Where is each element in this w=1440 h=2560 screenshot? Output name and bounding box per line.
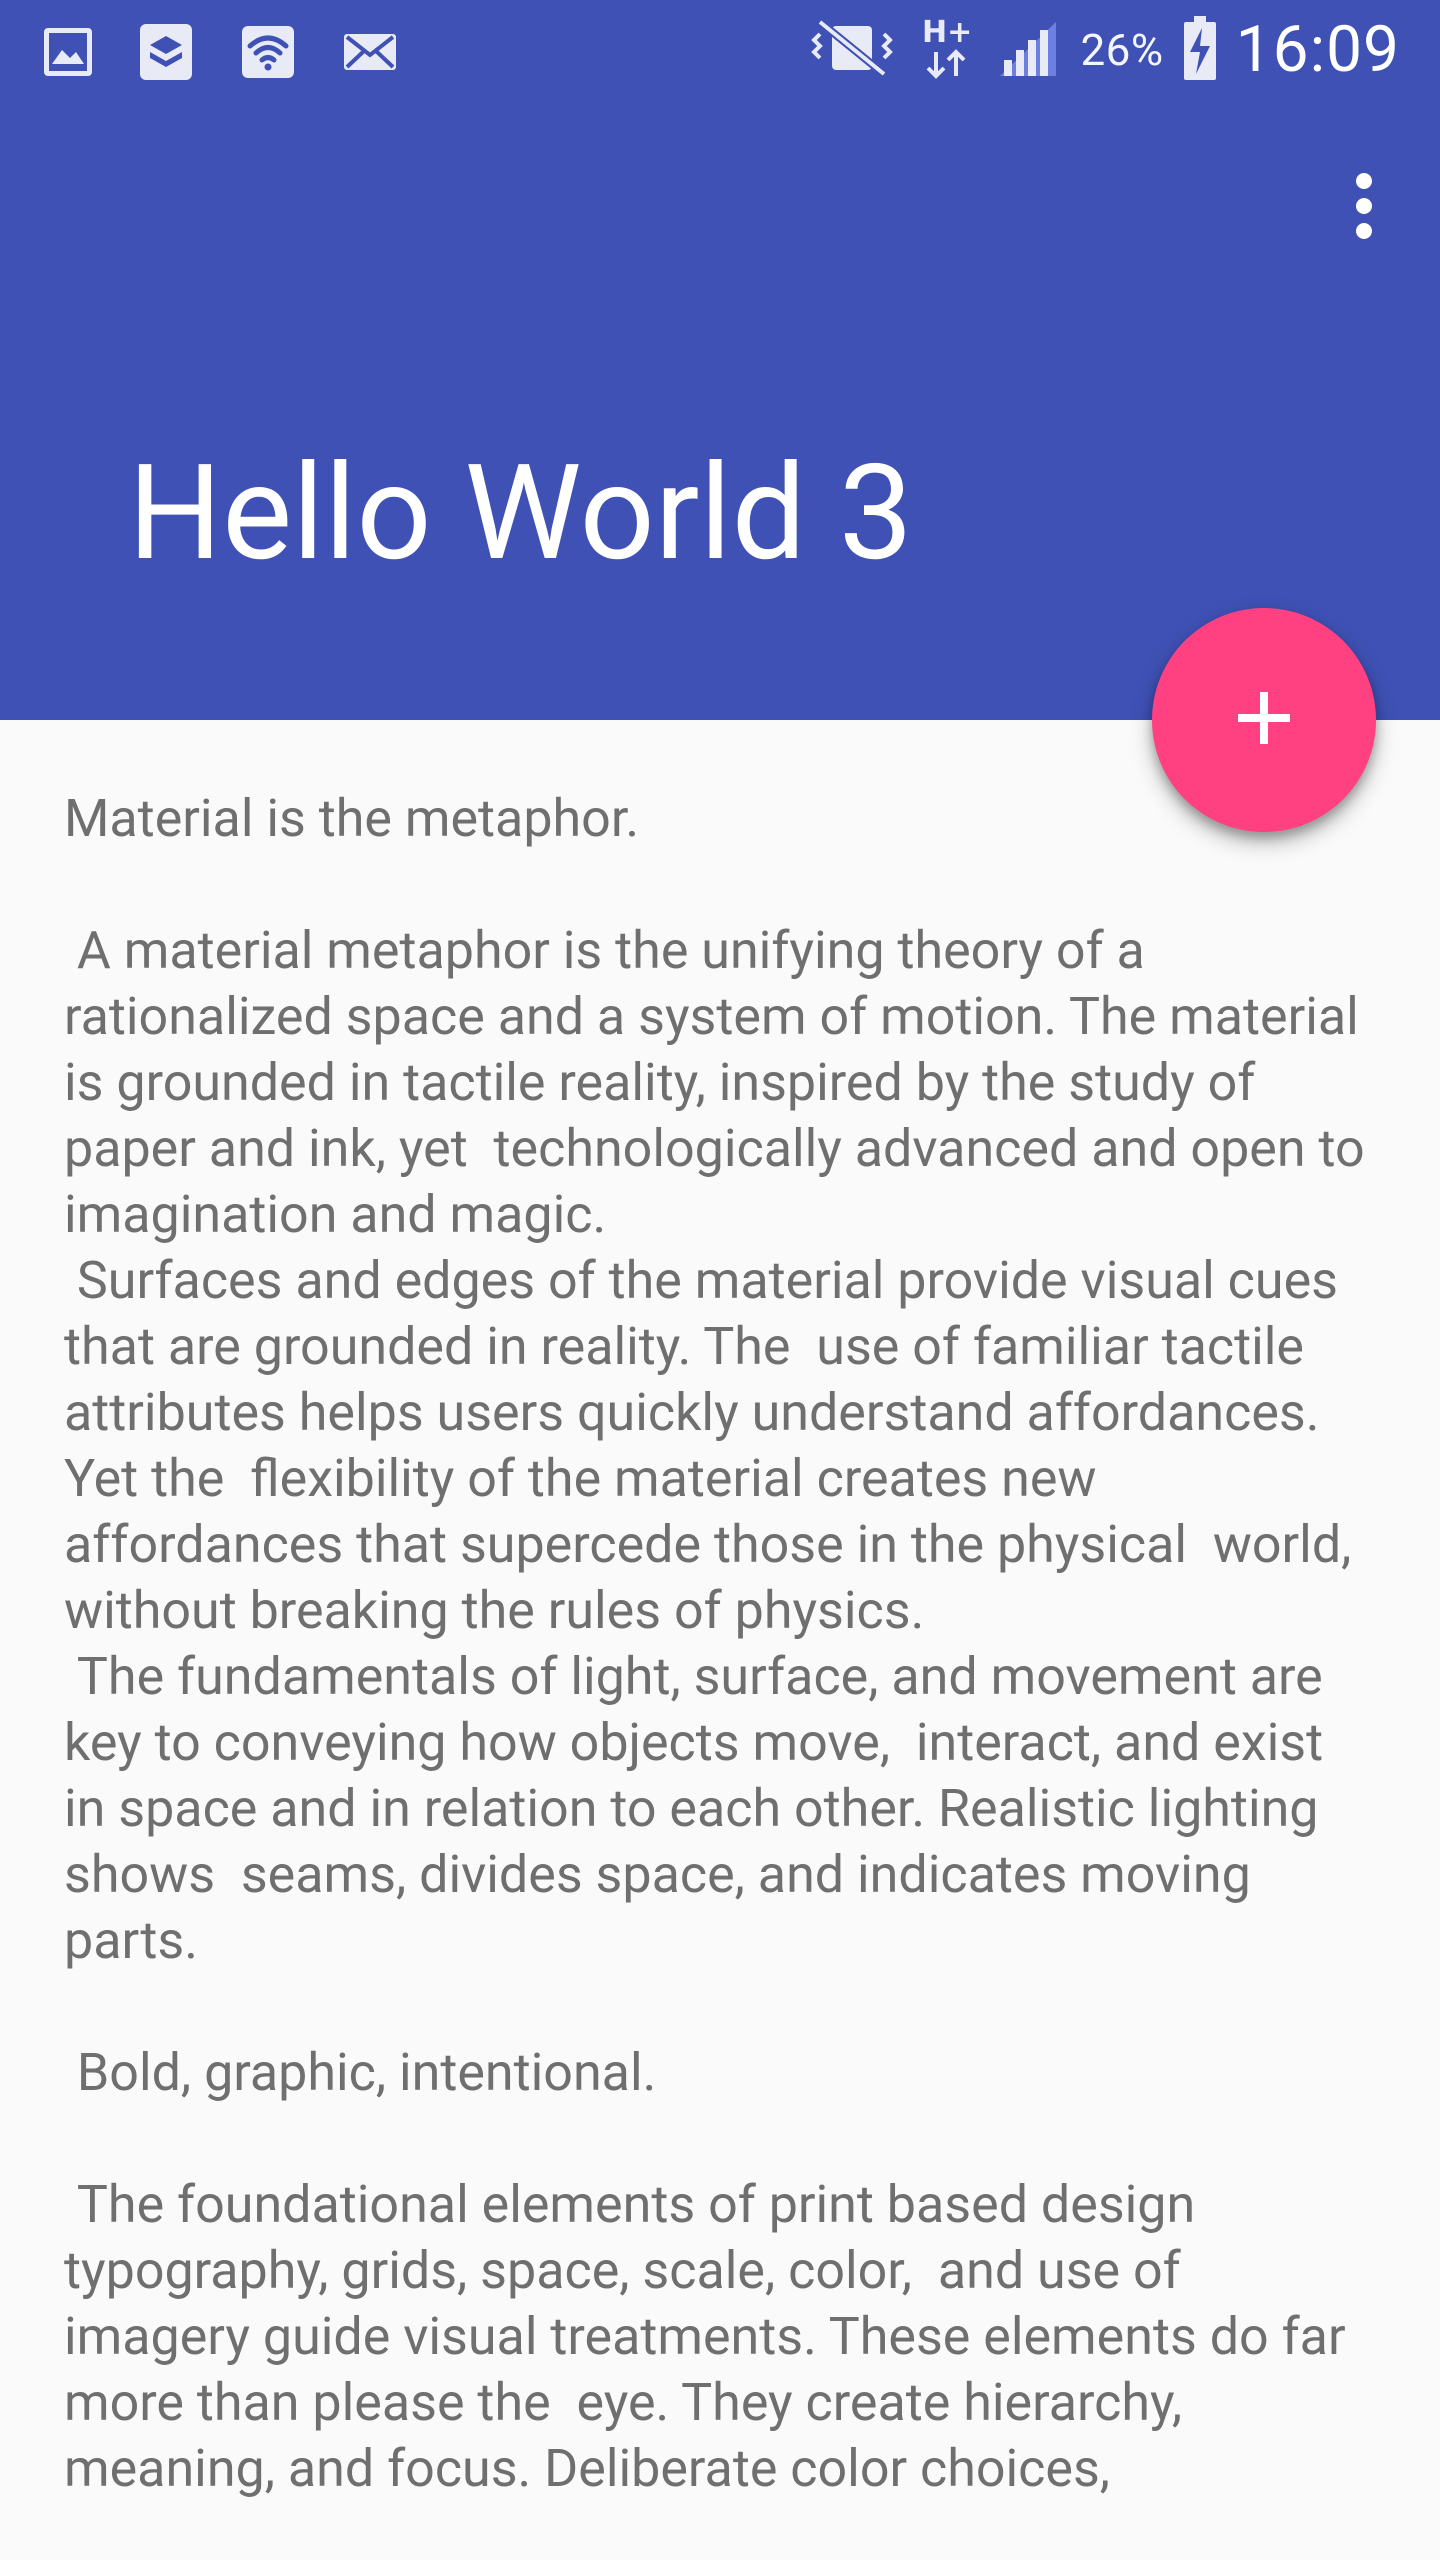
svg-text:H+: H+ xyxy=(922,15,972,50)
status-time: 16:09 xyxy=(1235,12,1400,87)
vibrate-icon xyxy=(802,16,902,84)
mail-icon xyxy=(338,20,402,88)
layers-icon xyxy=(134,20,198,88)
more-options-button[interactable] xyxy=(1316,160,1412,256)
page-title: Hello World 3 xyxy=(128,437,913,591)
gallery-icon xyxy=(40,24,96,84)
battery-charging-icon xyxy=(1180,12,1220,88)
content-body: Material is the metaphor. A material met… xyxy=(64,786,1376,2502)
more-vert-icon xyxy=(1352,171,1376,245)
status-right: H+ 26% 16:09 xyxy=(802,12,1400,88)
wifi-icon xyxy=(236,20,300,88)
content-subheading: Bold, graphic, intentional. xyxy=(64,2042,657,2103)
content-paragraph-print-design: The foundational elements of print based… xyxy=(64,2174,1359,2499)
plus-icon xyxy=(1232,686,1296,754)
network-h-plus-icon: H+ xyxy=(918,12,978,88)
battery-percent: 26% xyxy=(1080,24,1164,76)
status-bar: H+ 26% 16:09 xyxy=(0,0,1440,96)
content-paragraph-material-metaphor: A material metaphor is the unifying theo… xyxy=(64,920,1365,1971)
content-heading: Material is the metaphor. xyxy=(64,788,640,849)
signal-icon xyxy=(994,16,1064,84)
status-left-icons xyxy=(40,20,402,88)
